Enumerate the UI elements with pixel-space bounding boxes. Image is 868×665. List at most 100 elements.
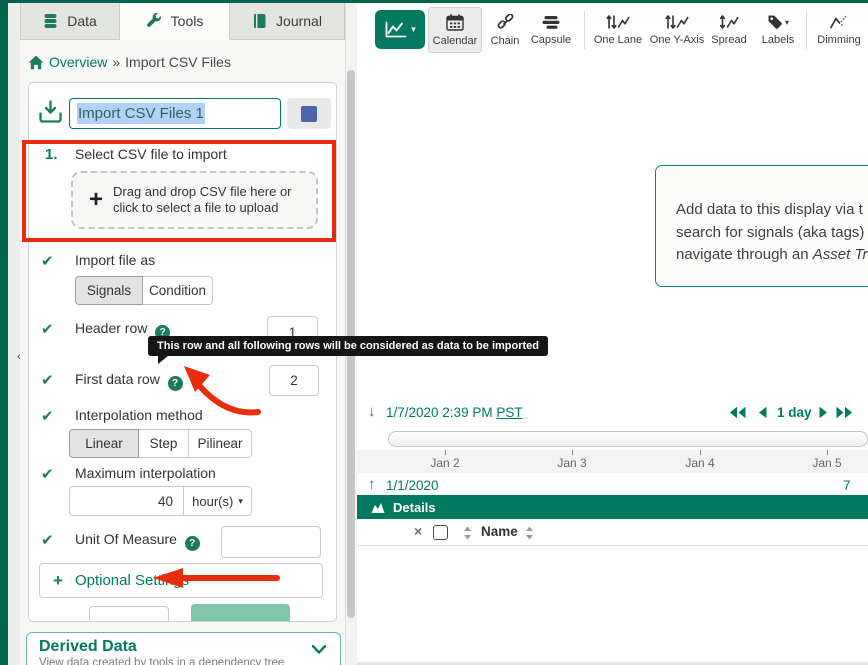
calendar-button[interactable]: Calendar [428,7,482,53]
plus-icon: + [89,186,103,214]
app-window: « Data Tools Journal Overview » Import C… [0,0,868,665]
timeline-start-row: ↓ 1/7/2020 2:39 PM PST 1 day [357,403,868,423]
check-icon: ✔ [41,320,54,338]
import-file-as-label: Import file as [75,252,155,268]
labels-button[interactable]: ▾ Labels [754,7,802,53]
database-icon [43,13,58,29]
chain-label: Chain [491,35,520,47]
area-chart-icon [370,501,386,514]
interpolation-toggle: Linear Step Pilinear [69,429,252,458]
select-all-checkbox[interactable] [433,525,448,540]
chain-icon [497,14,514,31]
wrench-icon [146,13,162,29]
spread-icon [719,14,739,30]
pilinear-toggle[interactable]: Pilinear [189,429,252,458]
tab-tools[interactable]: Tools [120,3,230,40]
left-panel: Data Tools Journal Overview » Import CSV… [20,3,345,665]
capsule-button[interactable]: Capsule [526,7,576,53]
axis-tick [572,450,573,455]
sort-icon[interactable] [463,526,472,540]
condition-toggle[interactable]: Condition [143,276,213,305]
max-interpolation-input[interactable]: 40 [69,486,184,516]
trend-workspace: ▾ Calendar Chain [357,3,868,665]
chain-button[interactable]: Chain [484,7,526,53]
step-back-button[interactable] [758,406,767,419]
chevron-down-icon: ▾ [411,24,416,35]
view-mode-button[interactable]: ▾ [375,10,425,49]
axis-label: Jan 3 [557,456,586,470]
message-line-3: navigate through an Asset Tre [676,244,868,267]
date-axis[interactable]: Jan 2 Jan 3 Jan 4 Jan 5 [357,450,868,473]
capsule-label: Capsule [531,34,571,46]
one-lane-label: One Lane [594,34,642,46]
derived-data-panel[interactable]: Derived Data View data created by tools … [26,632,341,665]
chevron-down-icon: ▾ [238,496,243,507]
execute-button[interactable] [191,604,290,622]
color-picker-button[interactable] [287,98,331,129]
labels-label: Labels [762,34,794,46]
color-swatch [301,106,317,122]
toolbar-separator [584,11,585,49]
help-icon[interactable]: ? [185,536,200,551]
timebar-scrollbar[interactable] [388,431,868,447]
left-accent-rail [0,0,8,665]
message-line-2: search for signals (aka tags) [676,222,868,245]
max-interpolation-unit-dropdown[interactable]: hour(s)▾ [184,486,252,516]
step1-label: Select CSV file to import [75,146,227,162]
interpolation-label: Interpolation method [75,407,203,423]
check-icon: ✔ [41,252,54,270]
remove-column-icon[interactable]: × [414,523,422,539]
step-back-fast-button[interactable] [729,406,746,419]
signals-toggle[interactable]: Signals [75,276,143,305]
check-icon: ✔ [41,531,54,549]
display-range-start[interactable]: 1/7/2020 2:39 PM PST [386,405,523,420]
first-data-row-input[interactable]: 2 [269,365,319,396]
dimming-button[interactable]: Dimming [812,7,866,53]
help-icon[interactable]: ? [168,376,183,391]
check-icon: ✔ [41,465,54,483]
chevron-down-icon[interactable] [312,645,326,654]
linear-toggle[interactable]: Linear [69,429,139,458]
spread-button[interactable]: Spread [706,7,752,53]
toolbar-separator [806,11,807,49]
empty-display-message: Add data to this display via t search fo… [655,165,868,287]
axis-label: Jan 5 [812,456,841,470]
investigate-range-row: ↑ 1/1/2020 7 day [357,476,868,496]
name-column-header[interactable]: Name [481,524,518,539]
tool-name-input[interactable]: Import CSV Files 1 [69,98,281,129]
plus-icon: + [53,571,63,591]
tab-data[interactable]: Data [20,3,120,40]
duration-label[interactable]: 1 day [777,405,812,420]
cancel-button[interactable] [89,606,169,622]
tab-journal[interactable]: Journal [230,3,345,40]
step-toggle[interactable]: Step [139,429,189,458]
trend-chart-icon [384,21,408,39]
spread-label: Spread [711,34,746,46]
one-lane-button[interactable]: One Lane [590,7,646,53]
max-interpolation-value: 40 [158,494,173,509]
step-forward-button[interactable] [819,406,828,419]
home-icon [28,55,44,70]
optional-settings-expander[interactable]: + Optional Settings [39,563,323,598]
derived-data-title: Derived Data [39,638,328,656]
first-data-row-label: First data row ? [75,371,183,391]
max-interpolation-label: Maximum interpolation [75,465,216,481]
dropzone-label: Drag and drop CSV file here or click to … [113,184,299,216]
capsule-icon [542,15,560,30]
message-line-1: Add data to this display via t [676,199,868,222]
tab-journal-label: Journal [276,13,322,29]
unit-of-measure-input[interactable] [221,526,321,558]
dimming-icon [829,14,849,30]
tag-icon [767,14,783,30]
one-y-axis-button[interactable]: One Y-Axis [648,7,706,53]
investigate-range-start[interactable]: 1/1/2020 [386,478,439,493]
sort-icon[interactable] [525,526,534,540]
breadcrumb-overview-link[interactable]: Overview [49,54,107,70]
one-y-axis-icon [665,14,689,30]
tooltip: This row and all following rows will be … [148,336,548,356]
step-forward-fast-button[interactable] [836,406,853,419]
timezone-link[interactable]: PST [496,405,522,420]
details-panel-header[interactable]: Details [357,495,868,519]
tab-data-label: Data [67,13,97,29]
csv-dropzone[interactable]: + Drag and drop CSV file here or click t… [71,171,318,229]
